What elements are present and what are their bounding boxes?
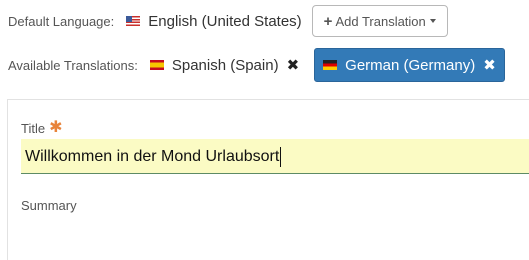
available-translations-row: Available Translations: Spanish (Spain) … [8, 48, 505, 82]
default-language-text: English (United States) [148, 12, 302, 30]
plus-icon: + [323, 12, 333, 30]
content-panel [7, 99, 529, 260]
remove-german-icon[interactable]: ✖ [483, 58, 496, 73]
translation-german[interactable]: German (Germany) ✖ [314, 48, 505, 82]
add-translation-button[interactable]: + Add Translation [311, 5, 448, 37]
title-label-text: Title [21, 120, 46, 136]
summary-label: Summary [21, 198, 77, 213]
caret-down-icon [429, 19, 436, 23]
translation-german-label: German (Germany) [345, 56, 476, 74]
available-translations-label: Available Translations: [8, 57, 138, 73]
title-input-value: Willkommen in der Mond Urlaubsort [25, 148, 280, 165]
spain-flag-icon [149, 60, 164, 70]
default-language-row: Default Language: English (United States… [8, 4, 448, 38]
us-flag-icon [126, 16, 141, 26]
add-translation-label: Add Translation [335, 13, 426, 29]
translation-spanish-label: Spanish (Spain) [171, 56, 279, 74]
title-label: Title ✱ [21, 120, 62, 136]
germany-flag-icon [323, 60, 338, 70]
required-asterisk-icon: ✱ [49, 119, 63, 136]
remove-spanish-icon[interactable]: ✖ [287, 58, 300, 73]
title-input[interactable]: Willkommen in der Mond Urlaubsort [21, 139, 529, 174]
translation-spanish[interactable]: Spanish (Spain) ✖ [149, 49, 300, 81]
default-language-value: English (United States) [126, 12, 302, 30]
text-cursor [280, 146, 282, 167]
default-language-label: Default Language: [8, 13, 115, 29]
